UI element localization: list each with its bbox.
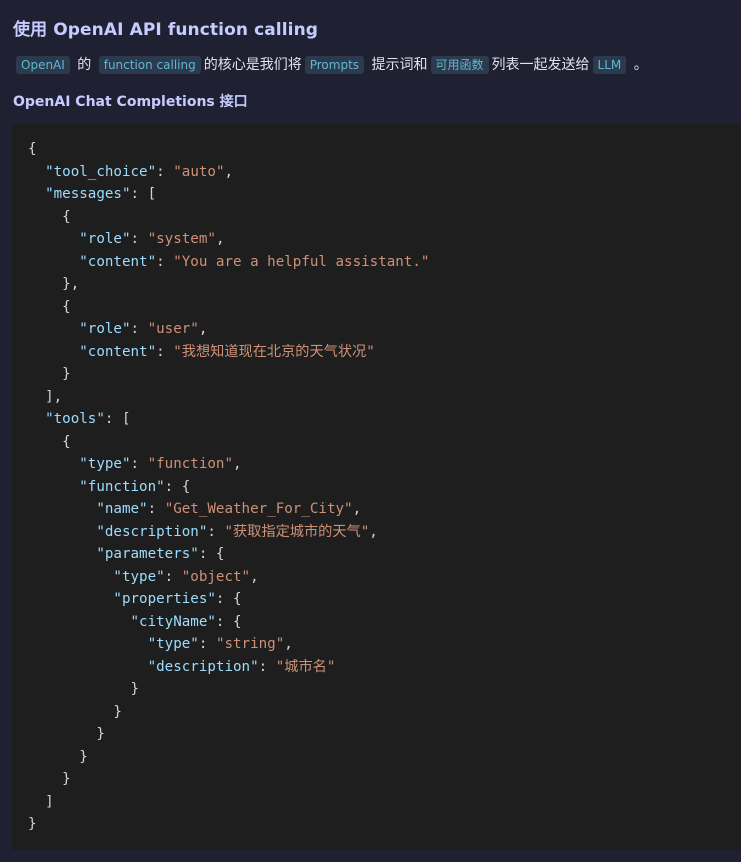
code-line: } — [28, 726, 105, 742]
code-line: ] — [28, 793, 54, 810]
code-block[interactable]: { "tool_choice": "auto", "messages": [ {… — [12, 124, 741, 850]
code-line: "tool_choice": "auto", — [45, 163, 234, 180]
inline-code: 可用函数 — [430, 56, 489, 74]
code-line: } — [28, 816, 37, 832]
json-string: "我想知道现在北京的天气状况" — [173, 343, 375, 360]
json-key: "type" — [113, 568, 165, 585]
json-key: "name" — [96, 501, 148, 517]
json-string: "object" — [181, 568, 251, 585]
code-line: "type": "object", — [113, 568, 259, 585]
json-string: "Get_Weather_For_City" — [164, 501, 353, 517]
document-page: 使用 OpenAI API function calling OpenAI 的 … — [0, 0, 741, 862]
code-line: "parameters": { — [96, 546, 225, 562]
paragraph-text: 提示词和 — [367, 57, 428, 73]
inline-code: OpenAI — [16, 56, 70, 74]
json-key: "tools" — [45, 411, 105, 427]
json-key: "description" — [147, 658, 259, 675]
json-string: "auto" — [173, 163, 225, 180]
json-key: "parameters" — [96, 546, 199, 562]
json-string: "function" — [147, 456, 234, 472]
json-string: "system" — [147, 231, 216, 247]
code-line: } — [28, 703, 122, 720]
code-line: "cityName": { — [130, 613, 242, 630]
code-line: "type": "string", — [147, 636, 293, 652]
json-string: "获取指定城市的天气" — [224, 523, 370, 540]
section-subheading: OpenAI Chat Completions 接口 — [13, 94, 248, 110]
code-line: { — [28, 298, 71, 315]
code-line: "tools": [ — [45, 411, 131, 427]
json-key: "function" — [79, 478, 165, 495]
code-line: "properties": { — [113, 591, 242, 607]
code-content[interactable]: { "tool_choice": "auto", "messages": [ {… — [28, 138, 741, 836]
paragraph-text: 的 — [72, 57, 96, 73]
code-line: "content": "You are a helpful assistant.… — [79, 253, 430, 270]
code-line: "function": { — [79, 478, 191, 495]
json-key: "content" — [79, 343, 157, 360]
json-key: "content" — [79, 253, 157, 270]
code-line: "role": "system", — [79, 231, 225, 247]
code-line: { — [28, 141, 37, 157]
json-key: "type" — [147, 636, 199, 652]
code-line: } — [28, 748, 88, 765]
code-line: "name": "Get_Weather_For_City", — [96, 501, 362, 517]
json-string: "You are a helpful assistant." — [173, 253, 430, 270]
code-line: "description": "城市名" — [147, 658, 336, 675]
code-line: ], — [28, 388, 63, 405]
json-key: "description" — [96, 523, 208, 540]
page-title: 使用 OpenAI API function calling — [13, 20, 319, 40]
json-key: "cityName" — [130, 613, 216, 630]
code-line: } — [28, 771, 71, 787]
code-line: { — [28, 208, 71, 225]
paragraph-text: 列表一起发送给 — [491, 57, 590, 73]
inline-code: function calling — [98, 56, 201, 74]
code-line: "role": "user", — [79, 321, 208, 337]
inline-code: LLM — [592, 56, 627, 74]
json-key: "role" — [79, 231, 131, 247]
code-line: }, — [28, 276, 80, 292]
inline-code: Prompts — [304, 56, 365, 74]
code-line: "description": "获取指定城市的天气", — [96, 523, 378, 540]
paragraph-text: 。 — [629, 57, 648, 73]
paragraph-text: 的核心是我们将 — [203, 57, 302, 73]
json-key: "properties" — [113, 591, 216, 607]
code-line: "type": "function", — [79, 456, 242, 472]
json-key: "messages" — [45, 186, 131, 202]
json-key: "tool_choice" — [45, 163, 157, 180]
json-string: "user" — [147, 321, 199, 337]
intro-paragraph: OpenAI 的 function calling 的核心是我们将 Prompts … — [13, 53, 648, 77]
json-key: "role" — [79, 321, 131, 337]
code-line: "messages": [ — [45, 186, 157, 202]
json-string: "城市名" — [275, 658, 336, 675]
json-key: "type" — [79, 456, 131, 472]
code-line: } — [28, 681, 140, 697]
code-line: } — [28, 366, 71, 382]
code-line: { — [28, 433, 71, 450]
code-line: "content": "我想知道现在北京的天气状况" — [79, 343, 375, 360]
json-string: "string" — [215, 636, 285, 652]
